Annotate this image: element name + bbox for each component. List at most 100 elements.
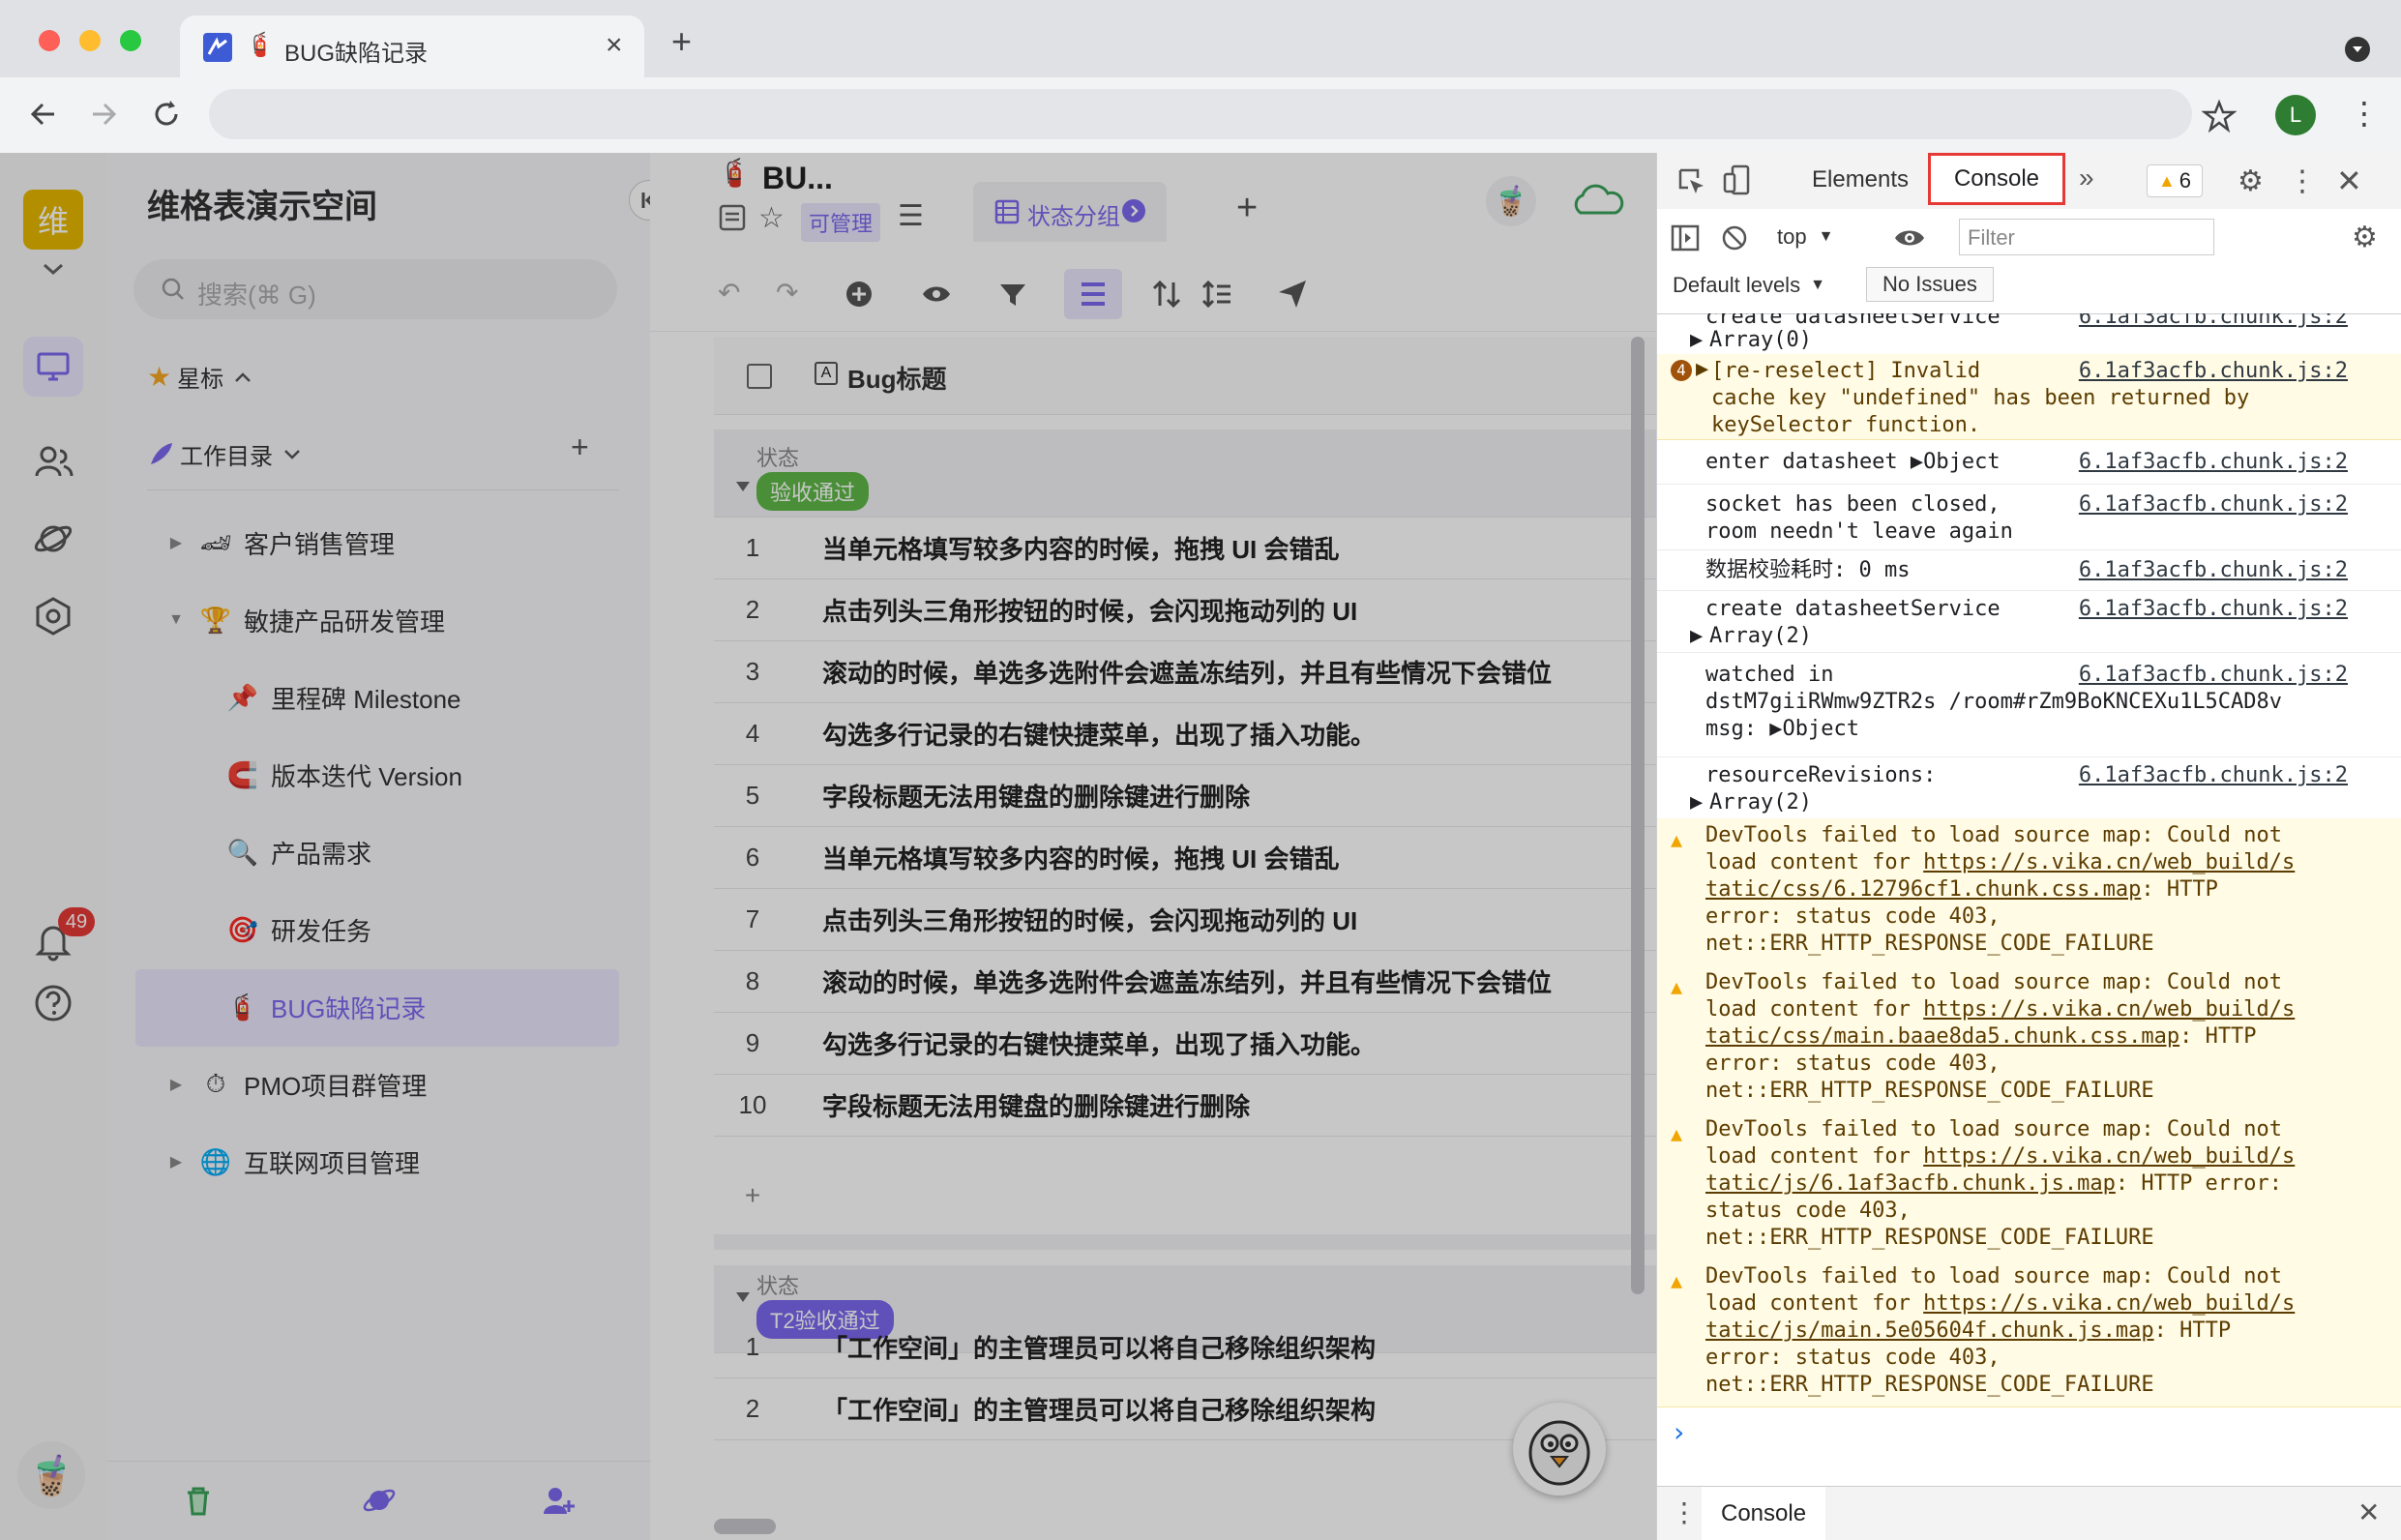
bug-title-cell[interactable]: 当单元格填写较多内容的时候，拖拽 UI 会错乱: [822, 840, 1339, 875]
message-object[interactable]: Array(2): [1709, 623, 1812, 650]
sidebar-item-internet[interactable]: ▶ 🌐 互联网项目管理: [106, 1128, 650, 1196]
table-row[interactable]: 4 勾选多行记录的右键快捷菜单，出现了插入功能。: [714, 702, 1656, 765]
console-message[interactable]: socket has been closed, room needn't lea…: [1657, 484, 2401, 550]
sidebar-item-milestone[interactable]: 📌 里程碑 Milestone: [106, 664, 650, 731]
sidebar-item-bug[interactable]: 🧯 BUG缺陷记录: [106, 973, 650, 1041]
bug-title-cell[interactable]: 点击列头三角形按钮的时候，会闪现拖动列的 UI: [822, 592, 1357, 628]
sort-icon[interactable]: [1151, 279, 1182, 310]
browser-menu-icon[interactable]: ⋮: [2349, 95, 2380, 132]
template-icon[interactable]: [362, 1483, 397, 1518]
settings-gear-icon[interactable]: ⚙: [2238, 164, 2264, 198]
cloud-sync-icon[interactable]: [1569, 182, 1627, 221]
add-row-button[interactable]: +: [714, 1165, 1656, 1227]
share-send-icon[interactable]: [1277, 279, 1308, 310]
console-warning[interactable]: ▲ DevTools failed to load source map: Co…: [1657, 818, 2401, 966]
console-message[interactable]: resourceRevisions: 6.1af3acfb.chunk.js:2…: [1657, 756, 2401, 819]
drawer-menu-icon[interactable]: ⋮: [1671, 1496, 1698, 1528]
invite-member-icon[interactable]: [542, 1483, 577, 1518]
add-view-button[interactable]: +: [1236, 188, 1258, 229]
sidebar-item-sales[interactable]: ▶ 🏎 客户销售管理: [106, 509, 650, 577]
message-object[interactable]: Array(0): [1709, 327, 1812, 354]
table-row[interactable]: 6 当单元格填写较多内容的时候，拖拽 UI 会错乱: [714, 826, 1656, 889]
expand-triangle-icon[interactable]: ▶: [1690, 327, 1703, 354]
filter-funnel-icon[interactable]: [998, 281, 1027, 310]
new-tab-button[interactable]: +: [671, 21, 692, 62]
console-prompt[interactable]: ›: [1671, 1416, 1687, 1448]
bug-title-cell[interactable]: 滚动的时候，单选多选附件会遮盖冻结列，并且有些情况下会错位: [822, 963, 1552, 999]
search-input[interactable]: 搜索(⌘ G): [133, 259, 617, 319]
console-message[interactable]: watched in dstM7giiRWmw9ZTR2s /room#rZm9…: [1657, 652, 2401, 757]
console-message-grouped[interactable]: 4 ▶ [re-reselect] Invalid cache key "und…: [1657, 354, 2401, 440]
sidebar-item-pmo[interactable]: ▶ ⏱ PMO项目群管理: [106, 1051, 650, 1118]
settings-hexagon-icon[interactable]: [33, 596, 74, 637]
workspace-avatar[interactable]: 维: [23, 190, 83, 250]
bug-title-cell[interactable]: 勾选多行记录的右键快捷菜单，出现了插入功能。: [822, 1025, 1376, 1061]
close-drawer-icon[interactable]: ✕: [2357, 1496, 2380, 1528]
tab-console[interactable]: Console: [1928, 153, 2065, 205]
console-message[interactable]: enter datasheet ▶Object 6.1af3acfb.chunk…: [1657, 439, 2401, 485]
console-message[interactable]: create datasheetService 6.1af3acfb.chunk…: [1657, 590, 2401, 653]
bug-title-cell[interactable]: 字段标题无法用键盘的删除键进行删除: [822, 778, 1250, 814]
bug-title-cell[interactable]: 当单元格填写较多内容的时候，拖拽 UI 会错乱: [822, 530, 1339, 566]
source-link[interactable]: 6.1af3acfb.chunk.js:2: [2079, 662, 2348, 689]
table-row[interactable]: 5 字段标题无法用键盘的删除键进行删除: [714, 764, 1656, 827]
source-link[interactable]: 6.1af3acfb.chunk.js:2: [2079, 313, 2348, 331]
assistant-mascot-icon[interactable]: [1513, 1403, 1606, 1496]
more-tabs-icon[interactable]: »: [2079, 163, 2094, 193]
browser-tab[interactable]: 🧯 BUG缺陷记录 ×: [180, 15, 644, 77]
device-toolbar-icon[interactable]: [1723, 164, 1752, 195]
favorite-star-icon[interactable]: ☆: [758, 201, 785, 235]
description-icon[interactable]: [718, 203, 747, 232]
chevron-down-icon[interactable]: [41, 259, 66, 279]
bubble-tea-icon[interactable]: 🧋: [17, 1441, 85, 1509]
expand-triangle-icon[interactable]: ▶: [1690, 789, 1703, 816]
tab-status-group[interactable]: 状态分组: [973, 182, 1167, 242]
sidebar-item-agile[interactable]: ▼ 🏆 敏捷产品研发管理: [106, 586, 650, 654]
console-message[interactable]: create datasheetService 6.1af3acfb.chunk…: [1657, 313, 2401, 355]
message-object[interactable]: Array(2): [1709, 789, 1812, 816]
undo-icon[interactable]: ↶: [718, 277, 740, 309]
customize-menu-icon[interactable]: ⋮: [2288, 164, 2317, 198]
starred-section[interactable]: ★ 星标: [147, 360, 252, 394]
console-warning[interactable]: ▲ DevTools failed to load source map: Co…: [1657, 1259, 2401, 1407]
bug-title-cell[interactable]: 「工作空间」的主管理员可以将自己移除组织架构: [822, 1329, 1376, 1365]
source-link[interactable]: 6.1af3acfb.chunk.js:2: [2079, 762, 2348, 789]
bug-title-cell[interactable]: 勾选多行记录的右键快捷菜单，出现了插入功能。: [822, 716, 1376, 752]
console-warning[interactable]: ▲ DevTools failed to load source map: Co…: [1657, 965, 2401, 1113]
redo-icon[interactable]: ↷: [776, 277, 798, 309]
table-row[interactable]: 10 字段标题无法用键盘的删除键进行删除: [714, 1074, 1656, 1137]
expand-triangle-icon[interactable]: ▶: [1696, 356, 1708, 383]
catalog-section[interactable]: 工作目录: [147, 437, 302, 471]
filter-input[interactable]: Filter: [1959, 219, 2214, 255]
sidebar-item-tasks[interactable]: 🎯 研发任务: [106, 896, 650, 963]
warnings-counter[interactable]: ▲ 6: [2147, 164, 2203, 197]
profile-avatar[interactable]: L: [2275, 95, 2316, 135]
address-bar[interactable]: [209, 89, 2192, 139]
bubble-tea-icon[interactable]: 🧋: [1486, 176, 1536, 226]
group-collapse-icon[interactable]: [733, 480, 753, 493]
console-settings-gear-icon[interactable]: ⚙: [2352, 221, 2378, 254]
hide-fields-eye-icon[interactable]: [921, 282, 952, 306]
bug-title-cell[interactable]: 滚动的时候，单选多选附件会遮盖冻结列，并且有些情况下会错位: [822, 654, 1552, 690]
members-icon[interactable]: [33, 441, 74, 482]
context-selector[interactable]: top ▼: [1777, 224, 1833, 250]
table-row[interactable]: 3 滚动的时候，单选多选附件会遮盖冻结列，并且有些情况下会错位: [714, 640, 1656, 703]
minimize-window-button[interactable]: [79, 30, 101, 51]
row-height-icon[interactable]: [1201, 279, 1232, 310]
select-all-checkbox[interactable]: [747, 364, 772, 389]
source-link[interactable]: 6.1af3acfb.chunk.js:2: [2079, 491, 2348, 518]
console-warning[interactable]: ▲ DevTools failed to load source map: Co…: [1657, 1112, 2401, 1260]
sidebar-toggle-icon[interactable]: [1671, 224, 1700, 252]
clear-console-icon[interactable]: [1721, 224, 1748, 252]
menu-lines-icon[interactable]: ☰: [898, 199, 924, 233]
forward-arrow-icon[interactable]: [87, 97, 122, 132]
help-icon[interactable]: [33, 983, 74, 1023]
live-expression-eye-icon[interactable]: [1893, 226, 1926, 250]
sidebar-item-requirements[interactable]: 🔍 产品需求: [106, 818, 650, 886]
workbench-icon[interactable]: [23, 337, 83, 397]
bookmark-star-icon[interactable]: [2202, 99, 2237, 133]
bug-title-cell[interactable]: 字段标题无法用键盘的删除键进行删除: [822, 1087, 1250, 1123]
issues-button[interactable]: No Issues: [1866, 267, 1994, 302]
zoom-window-button[interactable]: [120, 30, 141, 51]
horizontal-scrollbar[interactable]: [714, 1519, 776, 1534]
